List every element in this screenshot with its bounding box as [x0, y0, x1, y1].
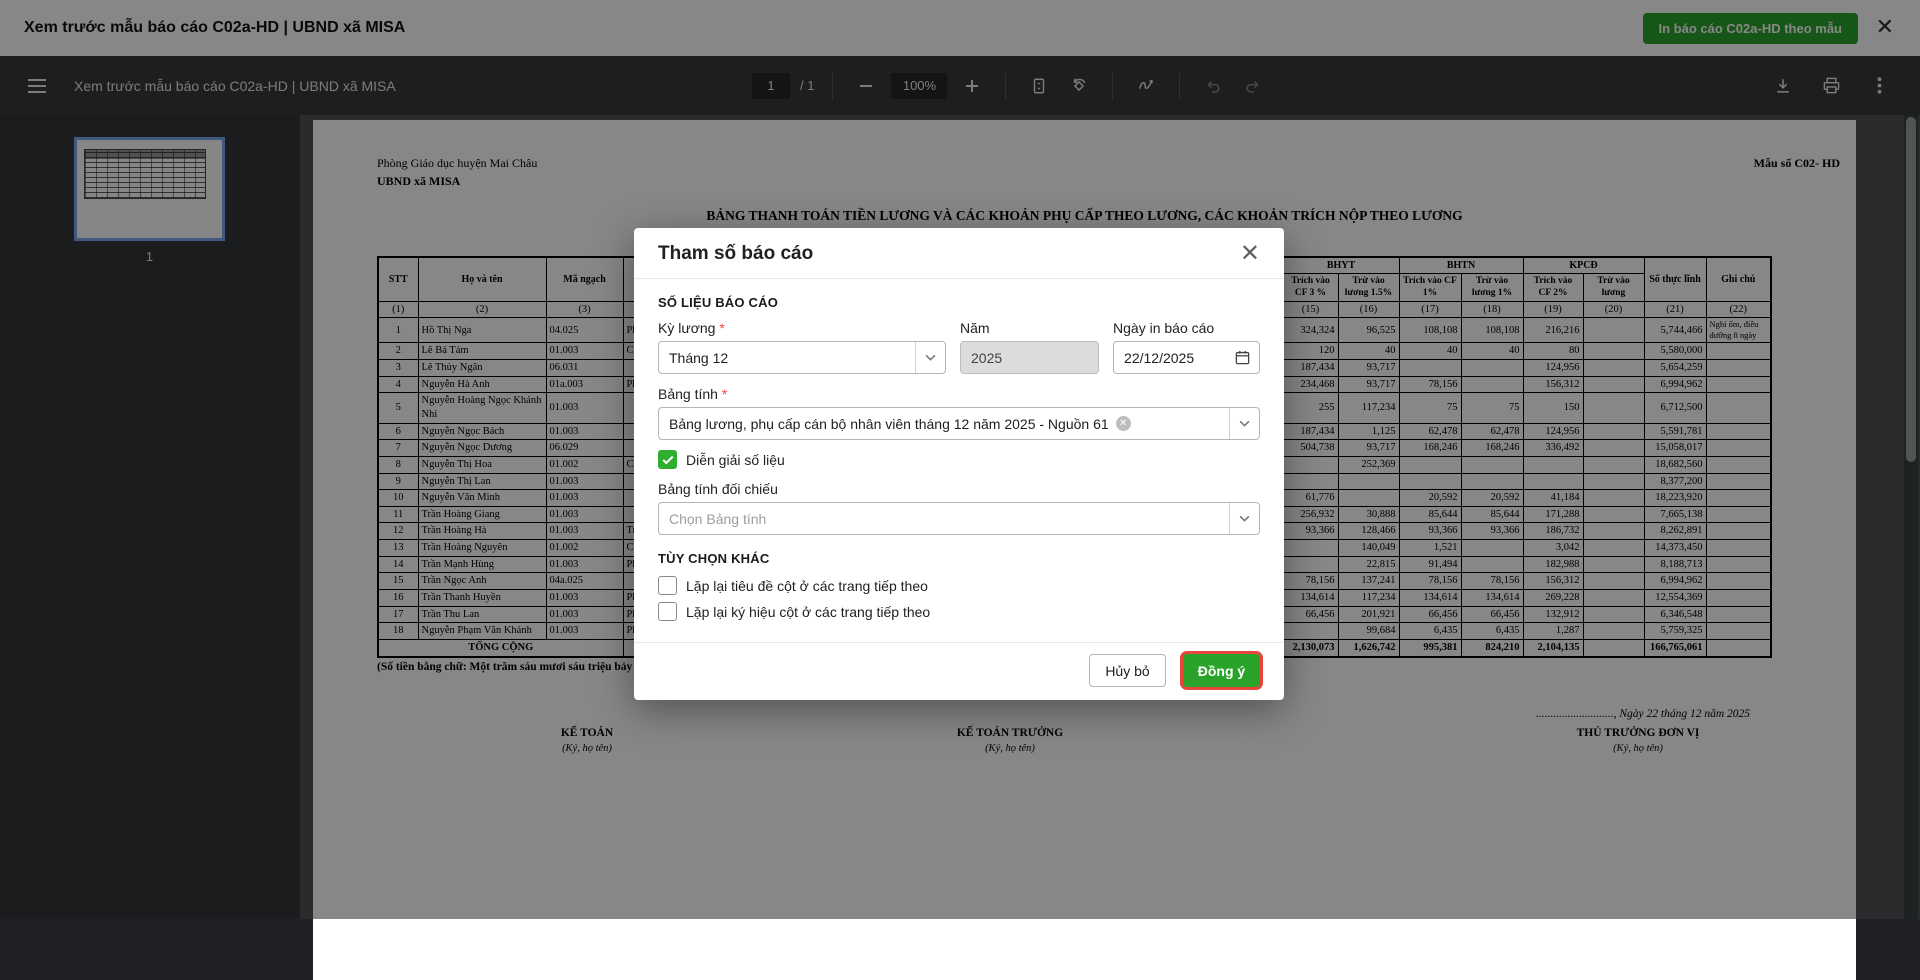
salary-period-select[interactable]: Tháng 12: [658, 341, 946, 374]
print-date-label: Ngày in báo cáo: [1113, 320, 1260, 336]
salary-period-value: Tháng 12: [669, 350, 728, 366]
compare-worksheet-placeholder: Chọn Bảng tính: [669, 511, 766, 527]
ok-button[interactable]: Đồng ý: [1183, 654, 1260, 687]
year-value: 2025: [971, 350, 1002, 366]
repeat-symbol-label: Lặp lại ký hiệu cột ở các trang tiếp the…: [686, 604, 930, 620]
explain-data-label: Diễn giải số liệu: [686, 452, 785, 468]
compare-worksheet-label: Bảng tính đối chiếu: [658, 481, 1260, 497]
worksheet-label: Bảng tính *: [658, 386, 1260, 402]
salary-period-label: Kỳ lương *: [658, 320, 946, 336]
section-other-options: TÙY CHỌN KHÁC: [658, 551, 1260, 566]
cancel-button[interactable]: Hủy bỏ: [1089, 654, 1166, 687]
repeat-header-checkbox-row[interactable]: Lặp lại tiêu đề cột ở các trang tiếp the…: [658, 576, 1260, 595]
dialog-close-icon[interactable]: ✕: [1240, 243, 1260, 265]
repeat-symbol-checkbox-row[interactable]: Lặp lại ký hiệu cột ở các trang tiếp the…: [658, 602, 1260, 621]
chevron-down-icon: [915, 342, 945, 373]
print-date-value: 22/12/2025: [1124, 350, 1194, 366]
explain-data-checkbox-row[interactable]: Diễn giải số liệu: [658, 450, 1260, 469]
worksheet-select[interactable]: Bảng lương, phụ cấp cán bộ nhân viên thá…: [658, 407, 1260, 440]
report-parameters-dialog: Tham số báo cáo ✕ SỐ LIỆU BÁO CÁO Kỳ lươ…: [634, 228, 1284, 700]
print-date-field[interactable]: 22/12/2025: [1113, 341, 1260, 374]
calendar-icon[interactable]: [1234, 349, 1251, 369]
year-label: Năm: [960, 320, 1099, 336]
repeat-header-label: Lặp lại tiêu đề cột ở các trang tiếp the…: [686, 578, 928, 594]
checkbox-repeat-symbol[interactable]: [658, 602, 677, 621]
worksheet-value: Bảng lương, phụ cấp cán bộ nhân viên thá…: [669, 416, 1109, 432]
dialog-title: Tham số báo cáo: [658, 243, 813, 265]
chevron-down-icon: [1229, 503, 1259, 534]
year-field: 2025: [960, 341, 1099, 374]
section-report-data: SỐ LIỆU BÁO CÁO: [658, 295, 1260, 310]
clear-selection-icon[interactable]: ✕: [1116, 416, 1131, 431]
checkbox-repeat-header[interactable]: [658, 576, 677, 595]
checkbox-explain-data[interactable]: [658, 450, 677, 469]
compare-worksheet-select[interactable]: Chọn Bảng tính: [658, 502, 1260, 535]
chevron-down-icon: [1229, 408, 1259, 439]
